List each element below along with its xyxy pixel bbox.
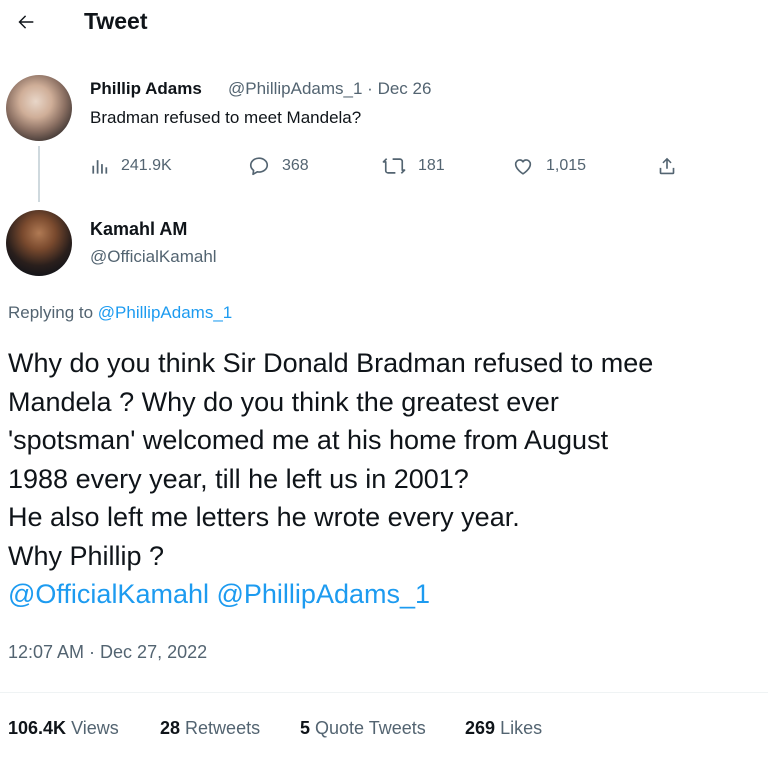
reply-icon [249,157,269,176]
likes-stat-count: 269 [465,718,496,738]
mention-link[interactable]: @OfficialKamahl [8,579,209,609]
author-name[interactable]: Kamahl AM [90,219,187,240]
share-icon [659,157,675,175]
retweets-stat-label: Retweets [185,718,261,738]
like-count: 1,015 [546,157,587,174]
replying-prefix: Replying to [8,303,94,322]
avatar[interactable] [6,75,72,141]
parent-tweet-text: Bradman refused to meet Mandela? [90,108,362,127]
retweet-action[interactable]: 181 [382,153,445,179]
likes-stat[interactable]: 269 Likes [465,718,542,739]
tweet-line: 1988 every year, till he left us in 2001… [8,463,469,494]
parent-tweet-date[interactable]: Dec 26 [378,79,432,98]
quote-tweets-stat-label: Quote Tweets [315,718,426,738]
like-icon [514,159,532,175]
replying-to-link[interactable]: @PhillipAdams_1 [98,303,232,322]
retweet-count: 181 [418,157,445,174]
views-stat[interactable]: 106.4K Views [8,718,119,739]
reply-count: 368 [282,157,309,174]
tweet-line: Why do you think Sir Donald Bradman refu… [8,348,654,378]
tweet-line: Mandela ? Why do you think the greatest … [8,386,559,417]
parent-author-name[interactable]: Phillip Adams [90,79,202,99]
divider [0,692,768,693]
mention-link[interactable]: @PhillipAdams_1 [217,579,431,609]
views-stat-label: Views [71,718,119,738]
reply-action[interactable]: 368 [248,153,309,179]
tweet-mentions-line: @OfficialKamahl @PhillipAdams_1 [8,575,768,614]
retweet-icon [382,158,406,174]
share-action[interactable] [656,153,678,179]
author-handle[interactable]: @OfficialKamahl [90,247,217,267]
back-arrow-icon [18,15,34,29]
tweet-line: He also left me letters he wrote every y… [8,502,520,532]
retweets-stat[interactable]: 28 Retweets [160,718,260,739]
views-stat-count: 106.4K [8,718,67,738]
page-title: Tweet [84,8,148,34]
thread-connector [38,146,40,202]
quote-tweets-stat[interactable]: 5 Quote Tweets [300,718,426,739]
views-count: 241.9K [121,157,172,174]
tweet-line: Why Phillip ? [8,540,165,571]
tweet-timestamp[interactable]: 12:07 AM · Dec 27, 2022 [8,642,207,663]
like-action[interactable]: 1,015 [512,153,586,179]
views-icon [92,159,108,174]
parent-author-handle[interactable]: @PhillipAdams_1 [228,79,362,98]
quote-tweets-stat-count: 5 [300,718,311,738]
views-action[interactable]: 241.9K [90,153,172,179]
replying-to: Replying to @PhillipAdams_1 [8,303,232,323]
retweets-stat-count: 28 [160,718,181,738]
back-button[interactable] [8,4,44,40]
tweet-line: 'spotsman' welcomed me at his home from … [8,425,609,455]
avatar[interactable] [6,210,72,276]
top-bar: Tweet [0,0,768,46]
parent-author-meta: @PhillipAdams_1 · Dec 26 [228,79,431,99]
meta-separator: · [367,79,373,98]
likes-stat-label: Likes [500,718,543,738]
tweet-text: Why do you think Sir Donald Bradman refu… [8,344,768,614]
